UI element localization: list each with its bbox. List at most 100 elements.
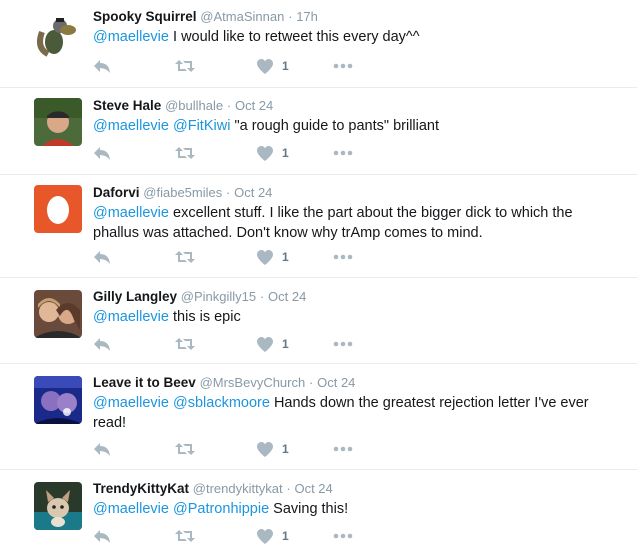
more-icon (333, 63, 353, 69)
tweet-body-line-2: phallus was attached. Don't know why trA… (93, 225, 483, 241)
mention-link[interactable]: @maellevie @FitKiwi (93, 118, 230, 134)
like-button[interactable]: 1 (257, 248, 289, 266)
tweet-actions: 1 (93, 440, 373, 458)
like-button[interactable]: 1 (257, 440, 289, 458)
retweet-icon (175, 147, 195, 159)
tweet[interactable]: Spooky Squirrel @AtmaSinnan · 17h @maell… (0, 0, 637, 88)
tweet[interactable]: Leave it to Beev @MrsBevyChurch · Oct 24… (0, 364, 637, 470)
more-icon (333, 150, 353, 156)
heart-icon (257, 528, 273, 544)
reply-button[interactable] (93, 440, 111, 458)
retweet-icon (175, 60, 195, 72)
more-button[interactable] (333, 57, 353, 75)
timestamp[interactable]: Oct 24 (268, 289, 306, 304)
tweet-text: @maellevie excellent stuff. I like the p… (93, 203, 617, 243)
like-button[interactable]: 1 (257, 335, 289, 353)
tweet-text: @maellevie @FitKiwi "a rough guide to pa… (93, 116, 617, 136)
retweet-icon (175, 251, 195, 263)
timestamp[interactable]: Oct 24 (234, 185, 272, 200)
more-icon (333, 446, 353, 452)
separator: · (286, 481, 291, 496)
display-name[interactable]: Leave it to Beev (93, 375, 196, 390)
avatar[interactable] (34, 98, 82, 146)
tweet-actions: 1 (93, 57, 373, 75)
reply-button[interactable] (93, 57, 111, 75)
retweet-button[interactable] (175, 440, 195, 458)
reply-button[interactable] (93, 248, 111, 266)
user-handle[interactable]: @trendykittykat (193, 481, 283, 496)
like-button[interactable]: 1 (257, 527, 289, 545)
tweet-body-line-2: read! (93, 415, 127, 431)
retweet-button[interactable] (175, 335, 195, 353)
tweet[interactable]: TrendyKittyKat @trendykittykat · Oct 24 … (0, 470, 637, 556)
separator: · (259, 289, 265, 304)
mention-link[interactable]: @maellevie @sblackmoore (93, 395, 270, 411)
tweet-body: I would like to retweet this every day^^ (168, 29, 420, 45)
avatar[interactable] (34, 482, 82, 530)
retweet-icon (175, 338, 195, 350)
display-name[interactable]: Spooky Squirrel (93, 9, 197, 24)
retweet-icon (175, 443, 195, 455)
display-name[interactable]: Steve Hale (93, 98, 161, 113)
display-name[interactable]: Gilly Langley (93, 289, 177, 304)
mention-link[interactable]: @maellevie @Patronhippie (93, 501, 269, 517)
reply-icon (94, 338, 110, 351)
timestamp[interactable]: Oct 24 (294, 481, 332, 496)
retweet-button[interactable] (175, 248, 195, 266)
retweet-button[interactable] (175, 527, 195, 545)
tweet[interactable]: Gilly Langley @Pinkgilly15 · Oct 24 @mae… (0, 278, 637, 364)
reply-button[interactable] (93, 335, 111, 353)
more-button[interactable] (333, 144, 353, 162)
more-icon (333, 341, 353, 347)
reply-icon (94, 60, 110, 73)
mention-link[interactable]: @maellevie (93, 29, 169, 45)
user-handle[interactable]: @MrsBevyChurch (200, 375, 306, 390)
reply-icon (94, 530, 110, 543)
tweet[interactable]: Daforvi @fiabe5miles · Oct 24 @maellevie… (0, 175, 637, 278)
display-name[interactable]: Daforvi (93, 185, 140, 200)
like-count: 1 (282, 529, 289, 543)
more-button[interactable] (333, 248, 353, 266)
tweet-actions: 1 (93, 248, 373, 266)
more-button[interactable] (333, 335, 353, 353)
timestamp[interactable]: Oct 24 (235, 98, 273, 113)
tweet-actions: 1 (93, 527, 373, 545)
timestamp[interactable]: 17h (296, 9, 318, 24)
user-handle[interactable]: @fiabe5miles (143, 185, 222, 200)
tweet-body: this is epic (168, 309, 241, 325)
heart-icon (257, 249, 273, 265)
retweet-button[interactable] (175, 57, 195, 75)
reply-button[interactable] (93, 144, 111, 162)
timestamp[interactable]: Oct 24 (317, 375, 355, 390)
tweet-actions: 1 (93, 335, 373, 353)
reply-icon (94, 443, 110, 456)
retweet-button[interactable] (175, 144, 195, 162)
tweet-text: @maellevie this is epic (93, 307, 617, 327)
avatar[interactable] (34, 12, 82, 60)
like-button[interactable]: 1 (257, 57, 289, 75)
more-button[interactable] (333, 440, 353, 458)
avatar[interactable] (34, 290, 82, 338)
avatar[interactable] (34, 376, 82, 424)
tweet-actions: 1 (93, 144, 373, 162)
more-button[interactable] (333, 527, 353, 545)
tweet-body: excellent stuff. I like the part about t… (168, 205, 573, 221)
tweet-text: @maellevie @sblackmoore Hands down the g… (93, 393, 617, 433)
tweet[interactable]: Steve Hale @bullhale · Oct 24 @maellevie… (0, 88, 637, 175)
heart-icon (257, 145, 273, 161)
display-name[interactable]: TrendyKittyKat (93, 481, 189, 496)
like-button[interactable]: 1 (257, 144, 289, 162)
user-handle[interactable]: @Pinkgilly15 (181, 289, 256, 304)
heart-icon (257, 336, 273, 352)
mention-link[interactable]: @maellevie (93, 205, 169, 221)
user-handle[interactable]: @AtmaSinnan (200, 9, 284, 24)
reply-button[interactable] (93, 527, 111, 545)
like-count: 1 (282, 337, 289, 351)
tweet-body: Saving this! (269, 501, 349, 517)
mention-link[interactable]: @maellevie (93, 309, 169, 325)
user-handle[interactable]: @bullhale (165, 98, 223, 113)
separator: · (226, 185, 231, 200)
reply-icon (94, 251, 110, 264)
avatar[interactable] (34, 185, 82, 233)
tweet-body: Hands down the greatest rejection letter… (269, 395, 589, 411)
